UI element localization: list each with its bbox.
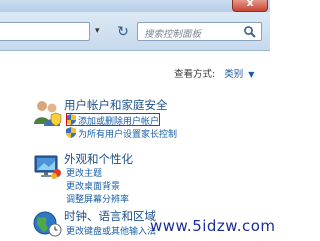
refresh-button[interactable]: ↻	[114, 23, 132, 41]
search-input[interactable]: 搜索控制面板	[137, 22, 262, 41]
change-theme-link[interactable]: 更改主题	[66, 166, 102, 179]
chevron-down-icon[interactable]: ▼	[248, 70, 254, 79]
toolbar: ▾ ↻ 搜索控制面板	[0, 12, 270, 51]
appearance-icon[interactable]	[32, 151, 62, 181]
view-by-dropdown[interactable]: 类别	[224, 69, 243, 80]
change-keyboard-link[interactable]: 更改键盘或其他输入法	[66, 224, 156, 237]
highlight-box	[66, 113, 160, 126]
user-accounts-title[interactable]: 用户帐户和家庭安全	[64, 97, 168, 113]
shield-icon	[66, 127, 76, 138]
view-by: 查看方式: 类别 ▼	[174, 66, 254, 80]
close-icon: x	[246, 0, 254, 9]
parental-controls-link[interactable]: 为所有用户设置家长控制	[78, 127, 177, 140]
change-desktop-background-link[interactable]: 更改桌面背景	[66, 179, 120, 192]
view-by-label: 查看方式:	[174, 69, 216, 80]
users-icon[interactable]	[32, 97, 62, 127]
title-bar	[0, 0, 270, 12]
globe-clock-icon[interactable]	[32, 208, 62, 238]
adjust-screen-resolution-link[interactable]: 调整屏幕分辨率	[66, 192, 129, 205]
close-button[interactable]: x	[232, 0, 268, 12]
watermark: www.5idzw.com	[150, 217, 276, 235]
address-dropdown-icon[interactable]: ▾	[95, 26, 100, 36]
search-placeholder: 搜索控制面板	[144, 29, 202, 40]
address-bar[interactable]	[0, 22, 90, 41]
search-icon[interactable]	[243, 25, 257, 39]
appearance-title[interactable]: 外观和个性化	[64, 151, 133, 167]
clock-language-region-title[interactable]: 时钟、语言和区域	[64, 208, 156, 224]
